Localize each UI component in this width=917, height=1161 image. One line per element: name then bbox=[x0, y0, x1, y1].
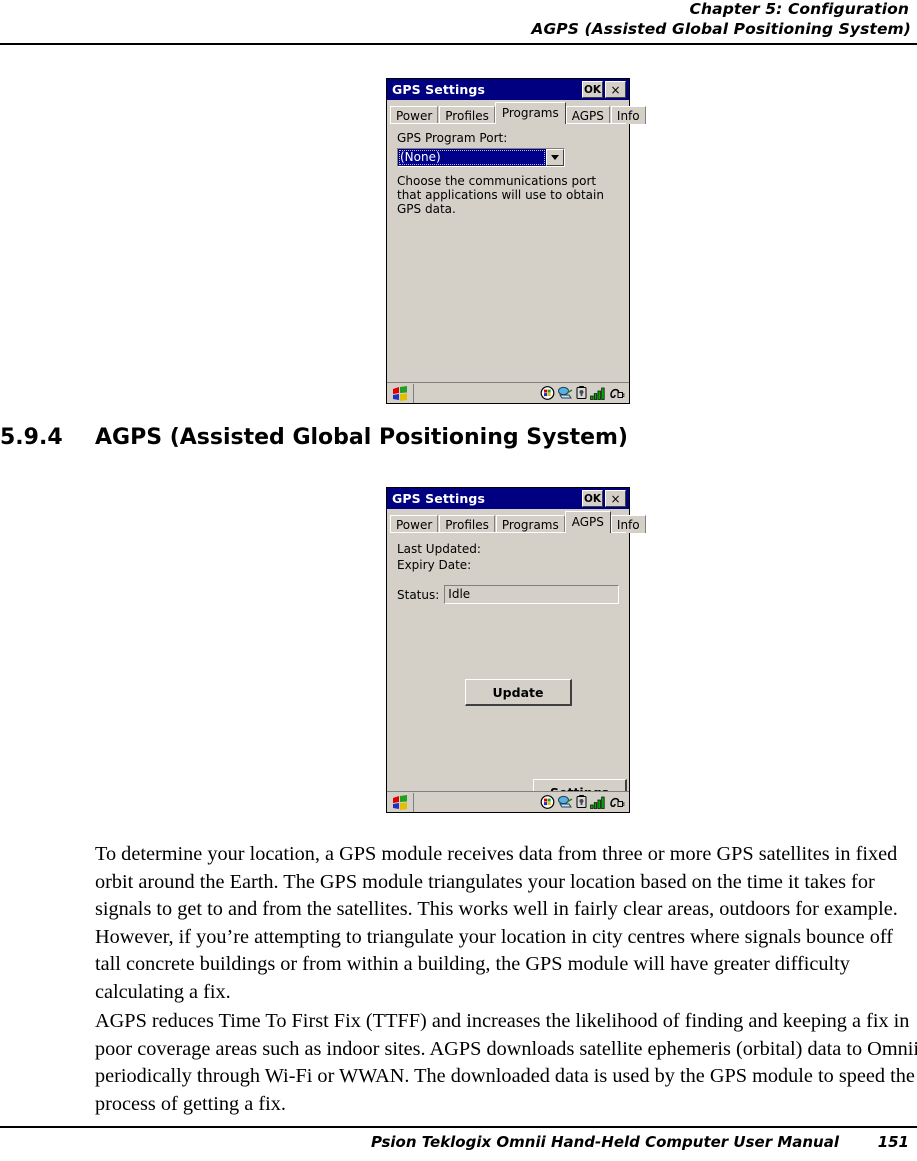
desktop-globe-icon bbox=[540, 795, 555, 809]
screenshot-gps-settings-programs: GPS Settings OK × Power Profiles Program… bbox=[386, 78, 646, 404]
tab-programs[interactable]: Programs bbox=[495, 515, 565, 533]
tab-power[interactable]: Power bbox=[390, 515, 439, 533]
window-title: GPS Settings bbox=[392, 491, 485, 506]
gps-program-port-value[interactable]: (None) bbox=[398, 149, 546, 166]
gps-program-port-combobox[interactable]: (None) bbox=[397, 148, 565, 167]
footer-divider bbox=[0, 1126, 917, 1128]
header-section: AGPS (Assisted Global Positioning System… bbox=[531, 20, 911, 38]
taskbar bbox=[387, 791, 629, 812]
tab-programs[interactable]: Programs bbox=[494, 102, 566, 124]
body-paragraph-1: To determine your location, a GPS module… bbox=[95, 843, 898, 1003]
update-button[interactable]: Update bbox=[465, 679, 572, 706]
system-tray bbox=[540, 386, 629, 400]
network-connection-icon bbox=[558, 386, 573, 399]
tab-info[interactable]: Info bbox=[610, 515, 646, 533]
tab-panel-programs: GPS Program Port: (None) Choose the comm… bbox=[387, 125, 629, 216]
window-titlebar: GPS Settings OK × bbox=[387, 488, 629, 509]
port-helper-text: Choose the communications port that appl… bbox=[397, 174, 604, 216]
tab-profiles[interactable]: Profiles bbox=[439, 515, 495, 533]
plug-connect-icon bbox=[610, 797, 625, 807]
screenshot-gps-settings-agps: GPS Settings OK × Power Profiles Program… bbox=[386, 487, 646, 813]
chevron-down-icon[interactable] bbox=[546, 149, 564, 166]
status-row: Status: Idle bbox=[397, 585, 629, 604]
expiry-date-label: Expiry Date: bbox=[397, 558, 472, 572]
window-title: GPS Settings bbox=[392, 82, 485, 97]
last-updated-label: Last Updated: bbox=[397, 542, 481, 556]
header-divider bbox=[0, 43, 917, 45]
tab-strip: Power Profiles Programs AGPS Info bbox=[387, 102, 646, 124]
network-connection-icon bbox=[558, 795, 573, 808]
gps-program-port-label: GPS Program Port: bbox=[397, 131, 508, 145]
ok-button[interactable]: OK bbox=[582, 81, 603, 98]
tab-panel-agps: Last Updated: Expiry Date: Status: Idle … bbox=[387, 534, 629, 806]
page-header: Chapter 5: Configuration AGPS (Assisted … bbox=[0, 0, 917, 39]
tab-power[interactable]: Power bbox=[390, 106, 439, 124]
plug-connect-icon bbox=[610, 388, 625, 398]
windows-start-flag-icon[interactable] bbox=[387, 792, 414, 812]
ok-button[interactable]: OK bbox=[582, 490, 603, 507]
desktop-globe-icon bbox=[540, 386, 555, 400]
battery-icon bbox=[576, 386, 587, 399]
arrow-glyph bbox=[551, 155, 559, 160]
section-title: AGPS (Assisted Global Positioning System… bbox=[95, 425, 628, 450]
signal-strength-icon bbox=[590, 387, 605, 400]
footer-page-number: 151 bbox=[877, 1133, 909, 1151]
tab-agps[interactable]: AGPS bbox=[564, 511, 611, 533]
status-value-field: Idle bbox=[444, 585, 620, 604]
close-button[interactable]: × bbox=[605, 490, 626, 507]
tab-info[interactable]: Info bbox=[610, 106, 646, 124]
tab-strip: Power Profiles Programs AGPS Info bbox=[387, 511, 646, 533]
footer-manual-title: Psion Teklogix Omnii Hand-Held Computer … bbox=[370, 1133, 839, 1151]
section-number: 5.9.4 bbox=[0, 425, 63, 450]
battery-icon bbox=[576, 795, 587, 808]
status-label: Status: bbox=[397, 587, 440, 602]
body-paragraph-2: AGPS reduces Time To First Fix (TTFF) an… bbox=[95, 1010, 917, 1115]
header-chapter: Chapter 5: Configuration bbox=[689, 0, 909, 18]
tab-agps[interactable]: AGPS bbox=[565, 106, 610, 124]
system-tray bbox=[540, 795, 629, 809]
tab-profiles[interactable]: Profiles bbox=[439, 106, 495, 124]
taskbar bbox=[387, 382, 629, 403]
window-titlebar: GPS Settings OK × bbox=[387, 79, 629, 100]
signal-strength-icon bbox=[590, 796, 605, 809]
close-button[interactable]: × bbox=[605, 81, 626, 98]
windows-start-flag-icon[interactable] bbox=[387, 383, 414, 403]
